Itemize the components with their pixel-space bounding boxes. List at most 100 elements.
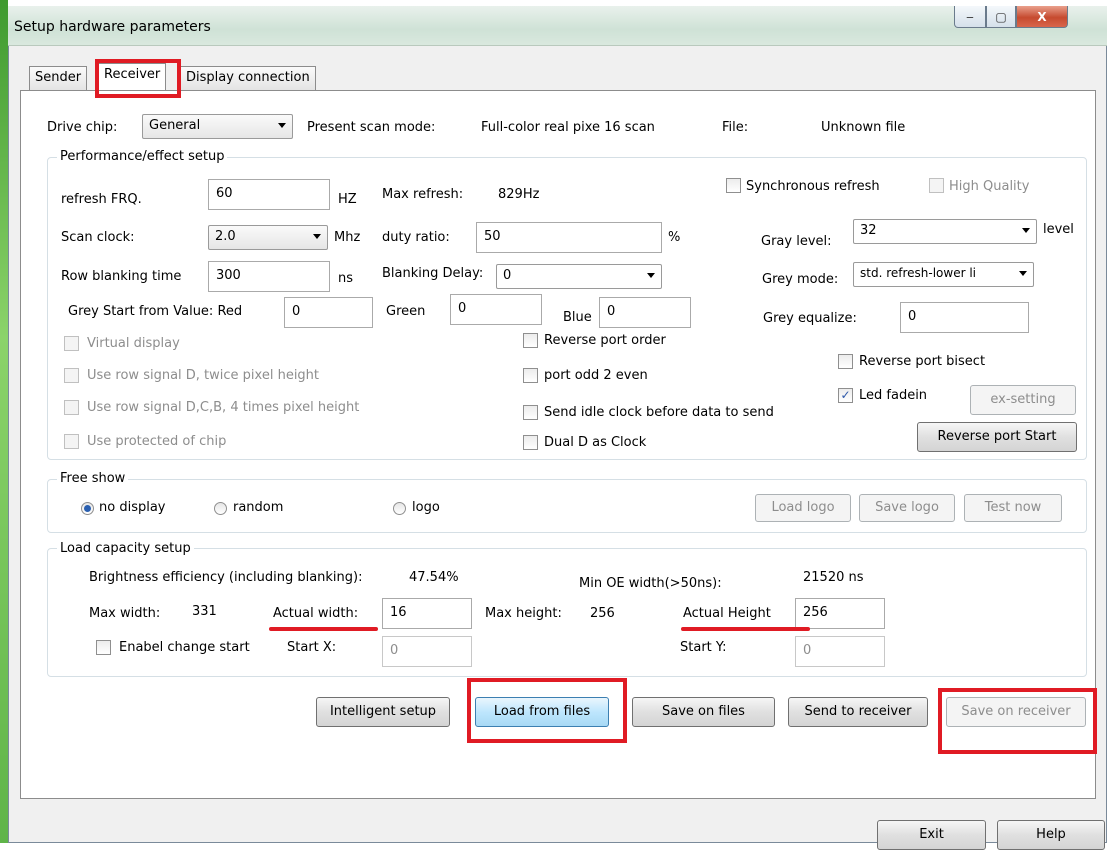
brightness-label: Brightness efficiency (including blankin…	[89, 570, 363, 585]
close-icon: X	[1037, 9, 1047, 24]
actual-height-label: Actual Height	[683, 606, 771, 621]
protected-chip-checkbox[interactable]	[64, 434, 79, 449]
refresh-input[interactable]: 60	[208, 179, 330, 210]
annotation-underline-actual-width	[269, 627, 378, 631]
max-height-label: Max height:	[485, 606, 562, 621]
send-idle-checkbox[interactable]	[523, 405, 538, 420]
blue-input[interactable]: 0	[599, 297, 691, 328]
green-input[interactable]: 0	[450, 294, 542, 325]
green-label: Green	[386, 304, 426, 319]
tab-display-connection[interactable]: Display connection	[180, 66, 316, 90]
reverse-port-bisect-checkbox[interactable]	[838, 354, 853, 369]
row-signal-d-checkbox[interactable]	[64, 368, 79, 383]
drive-chip-value: General	[149, 118, 201, 133]
chevron-down-icon	[1022, 228, 1030, 233]
logo-radio[interactable]	[393, 502, 406, 515]
reverse-port-bisect-label: Reverse port bisect	[859, 354, 986, 369]
row-blanking-unit: ns	[338, 271, 354, 286]
grey-mode-value: std. refresh-lower li	[860, 266, 977, 280]
row-signal-d-label: Use row signal D, twice pixel height	[87, 368, 320, 383]
max-height-value: 256	[590, 606, 615, 621]
dual-d-label: Dual D as Clock	[544, 435, 647, 450]
gray-level-label: Gray level:	[761, 234, 832, 249]
annotation-box-receiver-tab	[95, 59, 181, 98]
start-x-input[interactable]: 0	[382, 636, 472, 667]
row-blanking-label: Row blanking time	[61, 269, 182, 284]
actual-width-label: Actual width:	[273, 606, 359, 621]
red-input[interactable]: 0	[284, 297, 373, 328]
no-display-radio[interactable]	[81, 502, 94, 515]
gray-level-select[interactable]: 32	[853, 219, 1037, 244]
sync-refresh-checkbox[interactable]	[726, 178, 741, 193]
annotation-box-save-on-receiver	[938, 688, 1097, 754]
send-to-receiver-button[interactable]: Send to receiver	[788, 697, 928, 727]
save-on-files-button[interactable]: Save on files	[632, 697, 775, 727]
logo-label: logo	[412, 500, 440, 515]
blanking-delay-value: 0	[503, 268, 512, 283]
grey-equalize-input[interactable]: 0	[900, 302, 1029, 333]
test-now-button[interactable]: Test now	[964, 494, 1062, 522]
start-x-label: Start X:	[287, 640, 337, 655]
present-scan-value: Full-color real pixe 16 scan	[481, 120, 655, 135]
enable-change-start-label: Enabel change start	[119, 640, 250, 655]
reverse-port-start-button[interactable]: Reverse port Start	[917, 422, 1077, 452]
help-button[interactable]: Help	[997, 820, 1105, 850]
row-blanking-input[interactable]: 300	[208, 261, 330, 292]
enable-change-start-checkbox[interactable]	[96, 640, 111, 655]
actual-height-input[interactable]: 256	[795, 598, 885, 629]
actual-width-input[interactable]: 16	[382, 598, 472, 629]
ex-setting-button[interactable]: ex-setting	[970, 385, 1076, 415]
minimize-button[interactable]: ‒	[954, 6, 986, 28]
close-button[interactable]: X	[1016, 6, 1068, 28]
gray-level-value: 32	[860, 223, 877, 238]
row-signal-dcb-checkbox[interactable]	[64, 400, 79, 415]
annotation-underline-actual-height	[681, 627, 810, 631]
grey-start-label: Grey Start from Value: Red	[68, 304, 243, 319]
blanking-delay-select[interactable]: 0	[496, 264, 662, 289]
brightness-value: 47.54%	[409, 570, 459, 585]
port-odd-even-checkbox[interactable]	[523, 368, 538, 383]
chevron-down-icon	[313, 234, 321, 239]
grey-mode-select[interactable]: std. refresh-lower li	[853, 262, 1034, 287]
duty-ratio-input[interactable]: 50	[476, 222, 662, 253]
port-odd-even-label: port odd 2 even	[544, 368, 648, 383]
start-y-label: Start Y:	[680, 640, 727, 655]
scan-clock-value: 2.0	[215, 229, 236, 244]
chevron-down-icon	[1019, 271, 1027, 276]
intelligent-setup-button[interactable]: Intelligent setup	[316, 697, 450, 727]
grey-mode-label: Grey mode:	[762, 272, 839, 287]
high-quality-checkbox[interactable]	[929, 178, 944, 193]
annotation-box-load-from-files	[467, 678, 627, 743]
scan-clock-unit: Mhz	[334, 230, 361, 245]
random-radio[interactable]	[214, 502, 227, 515]
drive-chip-select[interactable]: General	[142, 114, 293, 139]
tab-sender[interactable]: Sender	[29, 66, 88, 90]
protected-chip-label: Use protected of chip	[87, 434, 227, 449]
duty-ratio-label: duty ratio:	[382, 230, 450, 245]
blanking-delay-label: Blanking Delay:	[382, 266, 484, 281]
exit-button[interactable]: Exit	[877, 820, 986, 850]
start-y-input[interactable]: 0	[795, 636, 885, 667]
file-value: Unknown file	[821, 120, 906, 135]
led-fadein-label: Led fadein	[859, 388, 928, 403]
performance-group-title: Performance/effect setup	[57, 149, 228, 164]
grey-equalize-label: Grey equalize:	[763, 311, 857, 326]
led-fadein-checkbox[interactable]: ✓	[838, 388, 853, 403]
save-logo-button[interactable]: Save logo	[859, 494, 955, 522]
chevron-down-icon	[647, 273, 655, 278]
load-logo-button[interactable]: Load logo	[755, 494, 851, 522]
title-bar: Setup hardware parameters ‒ ▢ X	[8, 6, 1107, 46]
sync-refresh-label: Synchronous refresh	[746, 179, 880, 194]
max-refresh-label: Max refresh:	[382, 187, 464, 202]
maximize-button[interactable]: ▢	[986, 6, 1016, 28]
scan-clock-select[interactable]: 2.0	[208, 225, 328, 250]
reverse-port-order-checkbox[interactable]	[523, 333, 538, 348]
random-label: random	[233, 500, 284, 515]
min-oe-label: Min OE width(>50ns):	[579, 576, 722, 591]
virtual-display-checkbox[interactable]	[64, 336, 79, 351]
dual-d-checkbox[interactable]	[523, 435, 538, 450]
window-title: Setup hardware parameters	[14, 19, 211, 35]
max-refresh-value: 829Hz	[498, 187, 540, 202]
drive-chip-label: Drive chip:	[47, 120, 118, 135]
scan-clock-label: Scan clock:	[61, 230, 135, 245]
